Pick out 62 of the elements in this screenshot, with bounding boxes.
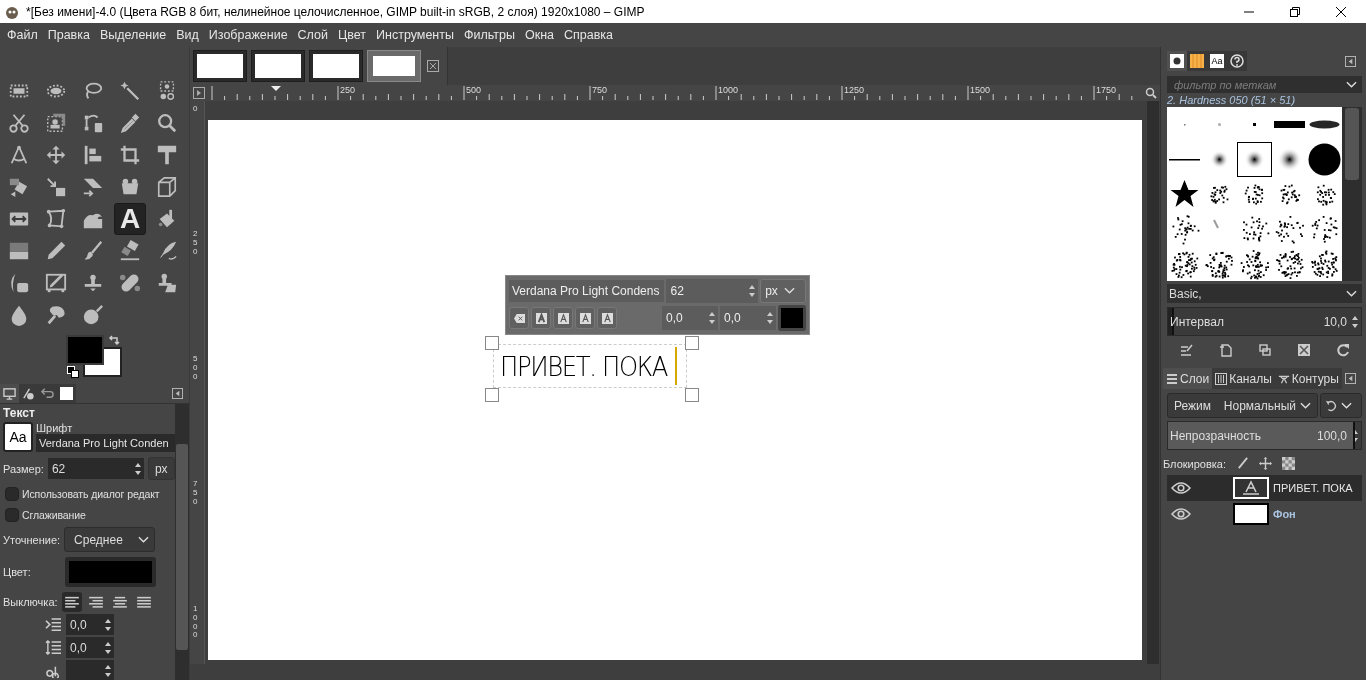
hinting-dropdown[interactable]: Среднее bbox=[64, 527, 156, 552]
menu-item[interactable]: Правка bbox=[42, 28, 95, 42]
mode-dropdown[interactable]: Режим Нормальный bbox=[1167, 393, 1318, 418]
baseline-spinbox[interactable]: 0,0 bbox=[662, 306, 718, 330]
layer-name: Фон bbox=[1273, 508, 1296, 520]
layer-row[interactable]: Фон bbox=[1167, 501, 1362, 527]
ruler-label: 1000 bbox=[717, 86, 739, 95]
spacing-spinbox[interactable]: 0,0 bbox=[66, 637, 114, 658]
field-label: Размер: bbox=[3, 462, 44, 475]
field-label: Блокировка: bbox=[1163, 457, 1227, 470]
ruler-label: 1000 bbox=[193, 605, 199, 641]
field-label: Выключка: bbox=[3, 596, 58, 608]
ruler-label: 500 bbox=[193, 355, 199, 382]
opacity-slider[interactable]: Непрозрачность 100,0 bbox=[1167, 421, 1362, 450]
unit-dropdown[interactable]: px bbox=[760, 279, 806, 303]
ruler-label: 1250 bbox=[843, 86, 865, 95]
menu-item[interactable]: Вид bbox=[171, 28, 204, 42]
menu-item[interactable]: Выделение bbox=[94, 28, 172, 42]
tool-button[interactable]: A bbox=[114, 203, 146, 235]
menu-item[interactable]: Изображение bbox=[203, 28, 293, 42]
layer-row[interactable]: ПРИВЕТ. ПОКА bbox=[1167, 475, 1362, 501]
spacing-spinbox[interactable]: 0,0 bbox=[66, 614, 114, 635]
tag-filter-field[interactable]: фильтр по меткам bbox=[1167, 76, 1362, 93]
ruler-label: 750 bbox=[193, 480, 199, 507]
ruler-label: 0 bbox=[193, 105, 199, 114]
panel-title: Текст bbox=[3, 406, 36, 420]
image-canvas[interactable]: Verdana Pro Light Condens 62 px 0,0 0,0 ПРИВЕТ. ПОКА bbox=[208, 120, 1142, 660]
menu-item[interactable]: Файл bbox=[2, 28, 43, 42]
ruler-label: 250 bbox=[193, 230, 199, 257]
field-label: Уточнение: bbox=[3, 533, 61, 546]
dock-tab[interactable]: Aa bbox=[1207, 51, 1227, 71]
unit-dropdown[interactable]: px bbox=[147, 457, 175, 480]
window-title: *[Без имени]-4.0 (Цвета RGB 8 бит, нелинейное целочисленное, GIMP built-in sRGB, 2 слоя) 1920x1080 – GIMP bbox=[26, 4, 646, 19]
menu-item[interactable]: Слой bbox=[292, 28, 333, 42]
menu-item[interactable]: Фильтры bbox=[458, 28, 520, 42]
menu-item[interactable]: Окна bbox=[519, 28, 559, 42]
brush-name: 2. Hardness 050 (51 × 51) bbox=[1167, 94, 1297, 106]
checkbox-label: Сглаживание bbox=[22, 509, 86, 521]
ruler-label: 500 bbox=[465, 86, 482, 95]
dock-tab[interactable]: Каналы bbox=[1212, 368, 1275, 389]
checkbox-label: Использовать диалог редакт bbox=[22, 488, 160, 500]
ruler-label: 1750 bbox=[1095, 86, 1117, 95]
ruler-label: 1500 bbox=[969, 86, 991, 95]
ruler-label: 750 bbox=[591, 86, 608, 95]
size-spinbox[interactable]: 62 bbox=[47, 458, 144, 479]
field-label: Шрифт bbox=[36, 422, 74, 434]
size-spinbox[interactable]: 62 bbox=[666, 279, 759, 303]
preset-dropdown[interactable]: Basic, bbox=[1167, 284, 1362, 303]
layer-name: ПРИВЕТ. ПОКА bbox=[1273, 482, 1353, 494]
menu-item[interactable]: Инструменты bbox=[371, 28, 459, 42]
font-field[interactable]: Verdana Pro Light Conden bbox=[36, 434, 176, 452]
ruler-label: 250 bbox=[339, 86, 356, 95]
dock-tab[interactable]: Слои bbox=[1163, 368, 1213, 389]
dock-tab[interactable]: Контуры bbox=[1274, 368, 1342, 389]
field-label: Цвет: bbox=[3, 566, 31, 578]
font-preview-button[interactable]: Aa bbox=[3, 422, 33, 452]
font-field[interactable]: Verdana Pro Light Condens bbox=[509, 280, 665, 302]
menu-item[interactable]: Цвет bbox=[333, 28, 371, 42]
spacing-slider[interactable]: Интервал 10,0 bbox=[1167, 307, 1362, 336]
kerning-spinbox[interactable]: 0,0 bbox=[720, 306, 776, 330]
canvas-text: ПРИВЕТ. ПОКА bbox=[500, 350, 668, 382]
menu-item[interactable]: Справка bbox=[559, 28, 619, 42]
